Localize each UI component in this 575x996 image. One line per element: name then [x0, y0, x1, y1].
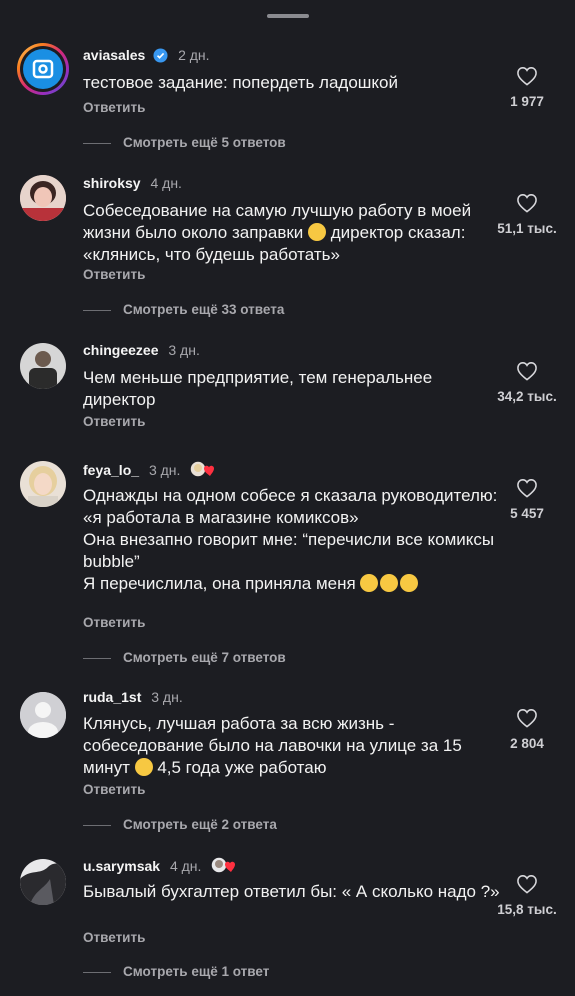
- like-button[interactable]: 15,8 тыс.: [479, 874, 575, 917]
- grinning-emoji-icon: [308, 223, 327, 241]
- heart-icon: [517, 67, 537, 86]
- timestamp: 3 дн.: [151, 689, 183, 705]
- like-button[interactable]: 1 977: [479, 66, 575, 109]
- comments-sheet: aviasales 2 дн. тестовое задание: поперд…: [0, 0, 575, 996]
- like-count: 5 457: [510, 506, 544, 521]
- liked-by-author-icon: [209, 855, 239, 879]
- like-button[interactable]: 5 457: [479, 478, 575, 521]
- avatar[interactable]: [20, 343, 66, 389]
- comment-text: Чем меньше предприятие, тем генеральнее …: [83, 368, 433, 409]
- avatar-photo: [20, 343, 66, 389]
- comment-text: Однажды на одном собесе я сказала руково…: [83, 486, 498, 593]
- username[interactable]: aviasales: [83, 47, 145, 63]
- like-count: 34,2 тыс.: [497, 389, 557, 404]
- timestamp: 4 дн.: [169, 858, 202, 874]
- aviasales-logo-icon: [32, 59, 54, 79]
- reply-button[interactable]: Ответить: [83, 267, 145, 282]
- like-button[interactable]: 51,1 тыс.: [479, 193, 575, 236]
- comment-text: Собеседование на самую лучшую работу в м…: [83, 201, 472, 264]
- avatar[interactable]: [20, 692, 66, 738]
- heart-icon: [517, 479, 537, 498]
- like-button[interactable]: 34,2 тыс.: [479, 361, 575, 404]
- username[interactable]: ruda_1st: [83, 689, 141, 705]
- timestamp: 2 дн.: [178, 47, 210, 63]
- avatar-photo: [20, 859, 66, 905]
- avatar[interactable]: [20, 461, 66, 507]
- verified-badge-icon: [153, 48, 168, 63]
- avatar-photo: [20, 461, 66, 507]
- view-more-replies[interactable]: Смотреть ещё 1 ответ: [83, 964, 269, 979]
- divider: [83, 657, 111, 659]
- avatar[interactable]: [17, 43, 69, 95]
- avatar[interactable]: [20, 859, 66, 905]
- like-count: 1 977: [510, 94, 544, 109]
- avatar[interactable]: [20, 175, 66, 221]
- timestamp: 3 дн.: [168, 342, 200, 358]
- heart-icon: [517, 709, 537, 728]
- like-count: 15,8 тыс.: [497, 902, 557, 917]
- timestamp: 4 дн.: [150, 175, 182, 191]
- grinning-emoji-icon: [134, 758, 153, 776]
- divider: [83, 824, 111, 826]
- avatar-photo: [20, 175, 66, 221]
- heart-icon: [517, 875, 537, 894]
- view-more-replies[interactable]: Смотреть ещё 33 ответа: [83, 302, 284, 317]
- like-count: 2 804: [510, 736, 544, 751]
- reply-button[interactable]: Ответить: [83, 100, 145, 115]
- liked-by-author-icon: [188, 459, 218, 483]
- default-avatar-icon: [20, 692, 66, 738]
- username[interactable]: chingeezee: [83, 342, 158, 358]
- like-count: 51,1 тыс.: [497, 221, 557, 236]
- view-more-replies[interactable]: Смотреть ещё 7 ответов: [83, 650, 286, 665]
- view-more-replies[interactable]: Смотреть ещё 5 ответов: [83, 135, 286, 150]
- view-more-replies[interactable]: Смотреть ещё 2 ответа: [83, 817, 277, 832]
- divider: [83, 971, 111, 973]
- divider: [83, 309, 111, 311]
- comment-text: Бывалый бухгалтер ответил бы: « А скольк…: [83, 882, 500, 901]
- comment-text: тестовое задание: попердеть ладошкой: [83, 73, 399, 92]
- like-button[interactable]: 2 804: [479, 708, 575, 751]
- rofl-emoji-icon: [400, 574, 419, 592]
- reply-button[interactable]: Ответить: [83, 615, 145, 630]
- username[interactable]: feya_lo_: [83, 462, 139, 478]
- reply-button[interactable]: Ответить: [83, 782, 145, 797]
- heart-icon: [517, 194, 537, 213]
- timestamp: 3 дн.: [148, 462, 181, 478]
- rofl-emoji-icon: [380, 574, 399, 592]
- divider: [83, 142, 111, 144]
- username[interactable]: u.sarymsak: [83, 858, 160, 874]
- reply-button[interactable]: Ответить: [83, 414, 145, 429]
- reply-button[interactable]: Ответить: [83, 930, 145, 945]
- rofl-emoji-icon: [360, 574, 379, 592]
- comment-text: Клянусь, лучшая работа за всю жизнь - со…: [83, 714, 462, 777]
- username[interactable]: shiroksy: [83, 175, 141, 191]
- drag-handle[interactable]: [267, 14, 309, 18]
- heart-icon: [517, 362, 537, 381]
